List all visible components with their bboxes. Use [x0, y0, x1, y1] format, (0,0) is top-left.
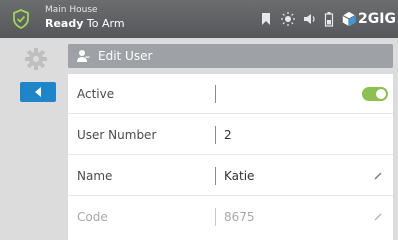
- brand-logo-text: 2GIG: [358, 11, 396, 27]
- active-label: Active: [77, 87, 115, 101]
- active-row[interactable]: Active: [68, 74, 393, 114]
- brightness-icon[interactable]: [280, 11, 296, 27]
- active-toggle[interactable]: [362, 87, 388, 101]
- arm-status-bold: Ready: [45, 17, 84, 30]
- toggle-knob: [376, 89, 386, 99]
- bookmark-icon[interactable]: [261, 11, 271, 27]
- name-value[interactable]: Katie: [224, 169, 254, 183]
- back-arrow-icon: [35, 87, 41, 97]
- battery-icon: [324, 12, 334, 27]
- user-number-row: User Number 2: [68, 115, 393, 155]
- arm-status-rest: To Arm: [83, 17, 125, 30]
- pencil-icon[interactable]: [373, 211, 383, 221]
- user-number-label: User Number: [77, 128, 157, 142]
- gear-icon[interactable]: [24, 47, 48, 71]
- back-button[interactable]: [20, 82, 56, 102]
- name-label: Name: [77, 169, 113, 183]
- user-form: Active User Number 2 Name Katie Code 867…: [68, 74, 393, 240]
- cube-logo-icon: [342, 11, 356, 27]
- user-icon: [77, 50, 90, 62]
- name-row[interactable]: Name Katie: [68, 156, 393, 196]
- page-titlebar: Edit User: [68, 44, 393, 68]
- user-number-value: 2: [224, 128, 232, 142]
- status-header: Main House Ready To Arm 2GIG: [0, 0, 398, 38]
- shield-icon: [13, 9, 29, 29]
- row-divider: [215, 126, 216, 144]
- page-title: Edit User: [98, 49, 153, 63]
- row-divider: [215, 208, 216, 226]
- row-divider: [215, 85, 216, 103]
- code-row[interactable]: Code 8675: [68, 197, 393, 237]
- row-divider: [215, 167, 216, 185]
- volume-icon[interactable]: [302, 11, 318, 27]
- code-label: Code: [77, 210, 108, 224]
- location-label: Main House: [45, 5, 98, 15]
- arm-status: Ready To Arm: [45, 17, 125, 30]
- pencil-icon[interactable]: [373, 170, 383, 180]
- code-value[interactable]: 8675: [224, 210, 255, 224]
